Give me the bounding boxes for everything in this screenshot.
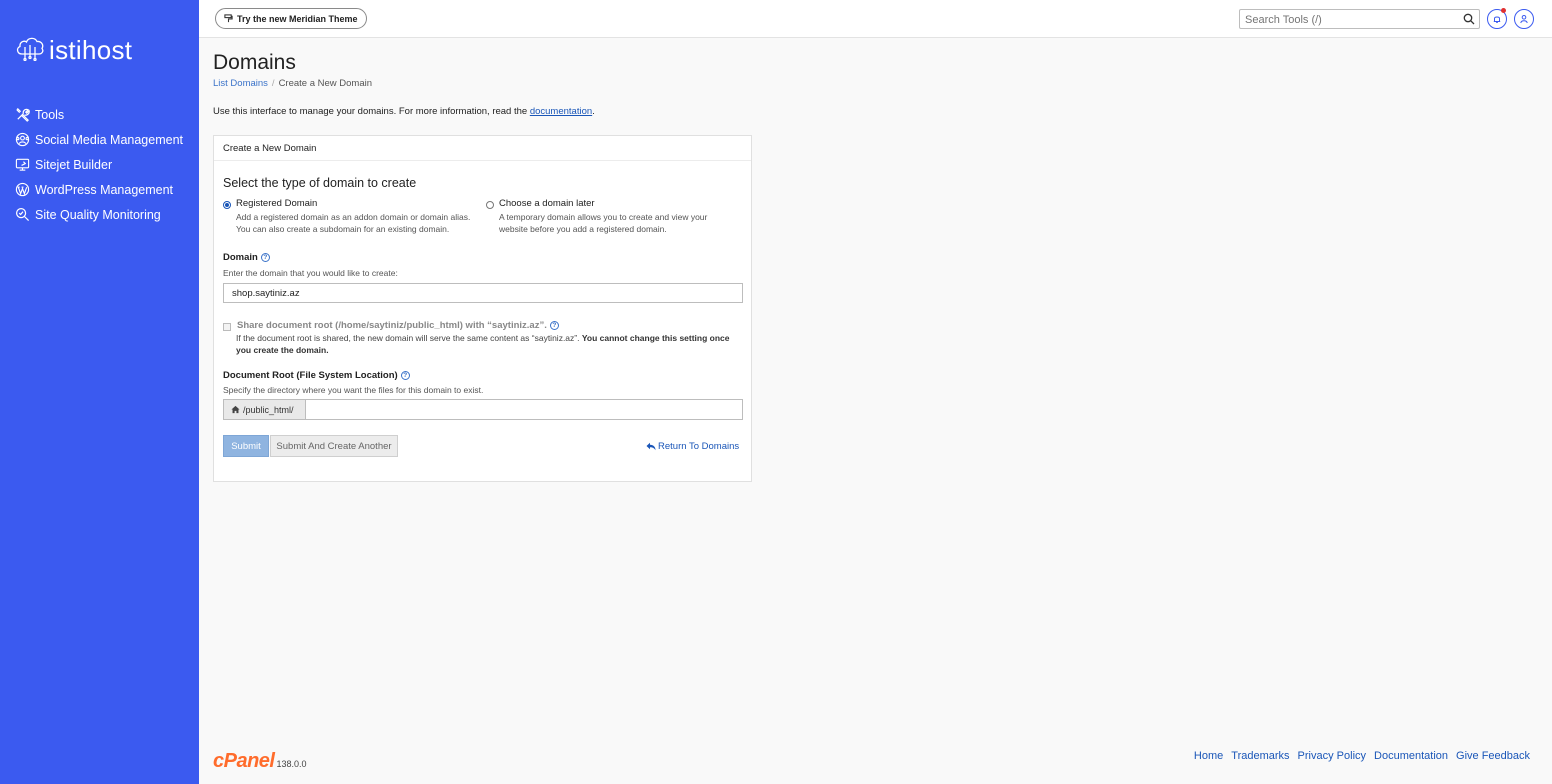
- reply-arrow-icon: [646, 442, 656, 451]
- create-domain-panel: Create a New Domain Select the type of d…: [213, 135, 752, 482]
- cpanel-version: 138.0.0: [276, 759, 307, 769]
- domain-later-desc-2: website before you add a registered doma…: [499, 224, 667, 234]
- brand-logo[interactable]: istihost: [15, 35, 132, 66]
- intro-text-end: .: [592, 106, 595, 117]
- sidebar-item-sitejet[interactable]: Sitejet Builder: [0, 152, 199, 177]
- brand-name: istihost: [49, 35, 133, 65]
- search-input[interactable]: [1240, 11, 1455, 29]
- notification-badge: [1501, 8, 1506, 13]
- search-icon[interactable]: [1463, 13, 1475, 25]
- docroot-label-text: Document Root (File System Location): [223, 370, 398, 381]
- return-to-domains-label: Return To Domains: [658, 441, 740, 452]
- registered-domain-desc-1: Add a registered domain as an addon doma…: [236, 212, 471, 222]
- page-title: Domains: [213, 51, 296, 74]
- footer-link-give-feedback[interactable]: Give Feedback: [1456, 750, 1530, 762]
- domain-later-desc-1: A temporary domain allows you to create …: [499, 212, 708, 222]
- footer-link-home[interactable]: Home: [1194, 750, 1223, 762]
- submit-button[interactable]: Submit: [223, 435, 269, 457]
- submit-and-create-another-button[interactable]: Submit And Create Another: [270, 435, 398, 457]
- footer-link-documentation[interactable]: Documentation: [1374, 750, 1448, 762]
- docroot-hint: Specify the directory where you want the…: [223, 385, 484, 395]
- docroot-input[interactable]: [305, 399, 743, 420]
- breadcrumb-separator: /: [271, 78, 275, 89]
- domain-field-label: Domain ?: [223, 252, 270, 263]
- breadcrumb-list-domains-link[interactable]: List Domains: [213, 78, 268, 89]
- sidebar-item-label: Site Quality Monitoring: [35, 207, 161, 222]
- help-icon[interactable]: ?: [549, 321, 559, 330]
- sidebar-item-wordpress[interactable]: WordPress Management: [0, 177, 199, 202]
- domain-label-text: Domain: [223, 252, 258, 263]
- domain-type-title: Select the type of domain to create: [223, 176, 417, 190]
- docroot-input-group: /public_html/: [223, 399, 743, 420]
- theme-button-label: Try the new Meridian Theme: [237, 13, 358, 24]
- registered-domain-label: Registered Domain: [236, 198, 318, 209]
- domain-input[interactable]: [223, 283, 743, 303]
- footer-link-privacy-policy[interactable]: Privacy Policy: [1298, 750, 1366, 762]
- share-docroot-label-text: Share document root (/home/saytiniz/publ…: [237, 320, 547, 331]
- share-docroot-label: Share document root (/home/saytiniz/publ…: [237, 320, 559, 331]
- sidebar-item-site-quality[interactable]: Site Quality Monitoring: [0, 202, 199, 227]
- sidebar-item-label: Tools: [35, 107, 65, 122]
- registered-domain-desc-2: You can also create a subdomain for an e…: [236, 224, 450, 234]
- share-docroot-row: Share document root (/home/saytiniz/publ…: [223, 320, 559, 331]
- try-meridian-theme-button[interactable]: Try the new Meridian Theme: [215, 8, 367, 29]
- sidebar-item-social-media[interactable]: Social Media Management: [0, 127, 199, 152]
- sidebar-nav: Tools Social Media Management Sitejet Bu…: [0, 102, 199, 227]
- share-docroot-desc: If the document root is shared, the new …: [236, 333, 746, 356]
- sidebar-item-label: WordPress Management: [35, 182, 174, 197]
- footer-cpanel-logo[interactable]: cPanel 138.0.0: [213, 750, 307, 773]
- breadcrumb: List Domains / Create a New Domain: [213, 78, 372, 89]
- search-tools: [1239, 9, 1480, 29]
- social-icon: [15, 132, 30, 147]
- domain-later-radio[interactable]: [486, 201, 494, 209]
- cpanel-logo: cPanel: [213, 750, 275, 772]
- option-registered-domain[interactable]: Registered Domain Add a registered domai…: [223, 198, 470, 235]
- wordpress-icon: [15, 182, 30, 197]
- return-to-domains-link[interactable]: Return To Domains: [646, 441, 739, 452]
- breadcrumb-current: Create a New Domain: [278, 78, 373, 89]
- search-magnify-icon: [15, 207, 30, 222]
- top-bar: Try the new Meridian Theme: [199, 0, 1552, 38]
- sidebar-item-label: Social Media Management: [35, 132, 183, 147]
- registered-domain-radio[interactable]: [223, 201, 231, 209]
- cloud-logo-icon: [15, 35, 45, 66]
- intro-text-body: Use this interface to manage your domain…: [213, 106, 530, 117]
- notifications-button[interactable]: [1487, 8, 1507, 29]
- domain-later-label: Choose a domain later: [499, 198, 595, 209]
- paint-roller-icon: [224, 14, 233, 23]
- sidebar-item-tools[interactable]: Tools: [0, 102, 199, 127]
- panel-heading: Create a New Domain: [214, 136, 751, 161]
- documentation-link[interactable]: documentation: [530, 106, 592, 117]
- docroot-prefix-text: /public_html/: [243, 404, 294, 415]
- bell-icon: [1493, 16, 1501, 23]
- footer-links: Home Trademarks Privacy Policy Documenta…: [1186, 750, 1530, 762]
- user-icon: [1520, 15, 1528, 24]
- share-docroot-checkbox[interactable]: [223, 323, 231, 331]
- help-icon[interactable]: ?: [400, 371, 410, 380]
- domain-hint: Enter the domain that you would like to …: [223, 268, 398, 278]
- monitor-icon: [15, 157, 30, 172]
- sidebar-item-label: Sitejet Builder: [35, 157, 113, 172]
- help-icon[interactable]: ?: [260, 253, 270, 262]
- docroot-prefix: /public_html/: [223, 399, 305, 420]
- share-desc-text: If the document root is shared, the new …: [236, 333, 582, 343]
- option-domain-later[interactable]: Choose a domain later A temporary domain…: [486, 198, 707, 235]
- sidebar: istihost Tools Social Media Management S…: [0, 0, 199, 784]
- tools-icon: [15, 107, 30, 122]
- footer-link-trademarks[interactable]: Trademarks: [1231, 750, 1289, 762]
- user-menu-button[interactable]: [1514, 9, 1534, 29]
- docroot-field-label: Document Root (File System Location) ?: [223, 370, 410, 381]
- intro-text: Use this interface to manage your domain…: [213, 106, 595, 117]
- home-icon: [231, 405, 240, 414]
